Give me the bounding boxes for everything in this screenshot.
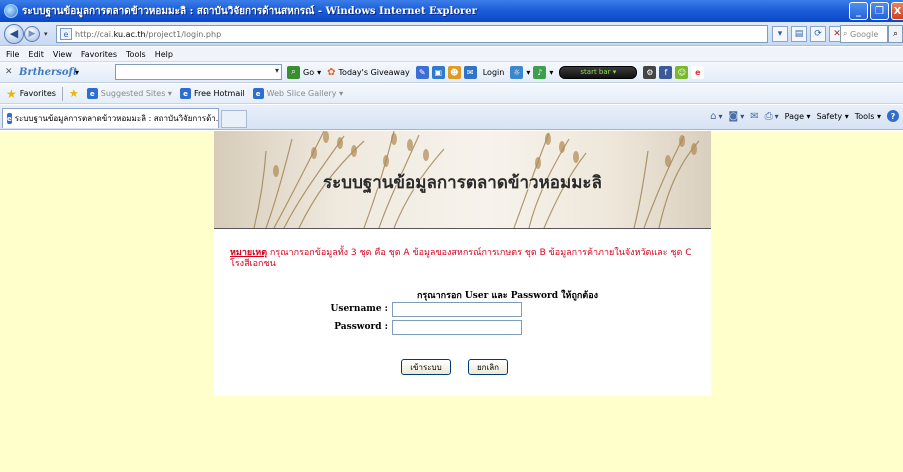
login-submit-button[interactable]: เข้าระบบ — [401, 359, 451, 375]
menu-tools[interactable]: Tools — [126, 50, 146, 59]
rice-banner: ระบบฐานข้อมูลการตลาดข้าวหอมมะลิ — [214, 131, 711, 228]
tool-icon-2[interactable]: ▣ — [431, 65, 445, 79]
forward-icon[interactable]: ▶ — [24, 25, 40, 42]
help-icon[interactable]: ? — [887, 110, 899, 122]
settings-icon[interactable]: ⚙ — [643, 65, 657, 79]
toolbar-close-icon[interactable]: ✕ — [5, 67, 19, 77]
web-slice-gallery-link[interactable]: e Web Slice Gallery ▾ — [252, 88, 343, 99]
cancel-button[interactable]: ยกเลิก — [468, 359, 508, 375]
toolbar-icon-group-3: ⚙ f ☺ e — [643, 65, 705, 79]
search-input[interactable]: ⌕ Google — [840, 25, 888, 43]
compatibility-view-icon[interactable]: ▤ — [791, 26, 807, 42]
go-dropdown-icon[interactable]: ▾ — [317, 68, 321, 77]
search-icon[interactable]: ⌕ — [888, 25, 903, 43]
instruction-note: หมายเหตุ กรุณากรอกข้อมูลทั้ง 3 ชุด คือ ช… — [230, 248, 700, 270]
giveaway-link[interactable]: ✿ Today's Giveaway — [327, 67, 410, 78]
tools-menu[interactable]: Tools ▾ — [855, 112, 881, 121]
weather-icon[interactable]: ☼ — [510, 65, 524, 79]
brothersoft-toolbar: ✕ Brthersoft ▾ ⌕ Go ▾ ✿ Today's Giveaway… — [0, 61, 903, 83]
ie-icon: e — [252, 88, 264, 99]
smiley-icon[interactable]: ☺ — [675, 65, 689, 79]
tab-bar: e ระบบฐานข้อมูลการตลาดข้าวหอมมะลิ : สถาบ… — [0, 105, 903, 130]
tool-icon-3[interactable]: ☻ — [447, 65, 461, 79]
ebay-icon[interactable]: e — [691, 65, 705, 79]
ie-icon: e — [179, 88, 191, 99]
menu-favorites[interactable]: Favorites — [81, 50, 117, 59]
brothersoft-logo[interactable]: Brthersoft — [19, 67, 77, 78]
feeds-icon[interactable]: ◙ ▾ — [729, 111, 745, 122]
password-label: Password : — [334, 322, 388, 332]
tab-ie-icon: e — [7, 113, 12, 124]
address-tools: ▾ ▤ ⟳ ✕ — [772, 26, 845, 42]
mail-icon[interactable]: ✉ — [750, 111, 758, 122]
home-icon[interactable]: ⌂ ▾ — [710, 111, 722, 122]
tab-active[interactable]: e ระบบฐานข้อมูลการตลาดข้าวหอมมะลิ : สถาบ… — [2, 108, 219, 128]
page-icon: e — [60, 28, 72, 40]
new-tab-button[interactable] — [221, 110, 247, 128]
command-bar: ⌂ ▾ ◙ ▾ ✉ ⎙ ▾ Page ▾ Safety ▾ Tools ▾ ? — [710, 110, 899, 122]
username-input[interactable] — [392, 302, 522, 317]
media-icon[interactable]: ♪ — [533, 65, 547, 79]
history-dropdown-icon[interactable]: ▾ — [44, 30, 48, 38]
tool-icon-1[interactable]: ✎ — [415, 65, 429, 79]
menu-help[interactable]: Help — [155, 50, 173, 59]
note-text: กรุณากรอกข้อมูลทั้ง 3 ชุด คือ ชุด A ข้อม… — [230, 248, 692, 269]
navigation-bar: ◀ ▶ ▾ e http://cai.ku.ac.th/project1/log… — [0, 22, 903, 46]
tool-icon-4[interactable]: ✉ — [463, 65, 477, 79]
go-button[interactable]: Go — [303, 68, 314, 77]
ie-icon: e — [86, 88, 98, 99]
address-bar[interactable]: e http://cai.ku.ac.th/project1/login.php — [56, 25, 768, 43]
maximize-button[interactable]: ❐ — [870, 2, 889, 20]
minimize-button[interactable]: _ — [849, 2, 868, 20]
print-icon[interactable]: ⎙ ▾ — [765, 111, 779, 122]
favorites-bar: ★ Favorites ★ e Suggested Sites ▾ e Free H… — [0, 84, 903, 104]
add-to-favorites-icon[interactable]: ★ — [69, 87, 79, 100]
username-row: Username : — [214, 302, 711, 318]
start-bar-toggle[interactable]: start bar ▾ — [559, 65, 638, 79]
address-dropdown-icon[interactable]: ▾ — [772, 26, 788, 42]
password-input[interactable] — [392, 320, 522, 335]
page-content: ระบบฐานข้อมูลการตลาดข้าวหอมมะลิ หมายเหตุ… — [0, 131, 903, 472]
suggested-sites-link[interactable]: e Suggested Sites ▾ — [86, 88, 172, 99]
facebook-icon[interactable]: f — [659, 65, 673, 79]
safety-menu[interactable]: Safety ▾ — [817, 112, 849, 121]
close-button[interactable]: X — [891, 2, 903, 20]
ie-app-icon — [4, 4, 18, 18]
tab-title: ระบบฐานข้อมูลการตลาดข้าวหอมมะลิ : สถาบัน… — [14, 114, 219, 123]
banner-title: ระบบฐานข้อมูลการตลาดข้าวหอมมะลิ — [323, 173, 602, 193]
media-dropdown-icon[interactable]: ▾ — [549, 68, 553, 77]
menu-edit[interactable]: Edit — [28, 50, 44, 59]
page-menu[interactable]: Page ▾ — [785, 112, 811, 121]
address-url[interactable]: http://cai.ku.ac.th/project1/login.php — [75, 30, 221, 39]
brand-dropdown-icon[interactable]: ▾ — [75, 68, 79, 77]
favorites-button[interactable]: Favorites — [20, 89, 56, 98]
note-label: หมายเหตุ — [230, 248, 268, 258]
toolbar-icon-group: ✎ ▣ ☻ ✉ — [415, 65, 477, 79]
menu-bar: File Edit View Favorites Tools Help — [0, 47, 903, 61]
menu-view[interactable]: View — [53, 50, 72, 59]
password-row: Password : — [214, 320, 711, 336]
menu-file[interactable]: File — [6, 50, 19, 59]
refresh-icon[interactable]: ⟳ — [810, 26, 826, 42]
login-prompt: กรุณากรอก User และ Password ให้ถูกต้อง — [416, 291, 599, 301]
banner-divider — [214, 228, 711, 229]
go-icon[interactable]: ⌕ — [287, 65, 301, 79]
window-controls: _ ❐ X — [849, 2, 903, 20]
login-panel: ระบบฐานข้อมูลการตลาดข้าวหอมมะลิ หมายเหตุ… — [214, 131, 711, 396]
window-title-bar: ระบบฐานข้อมูลการตลาดข้าวหอมมะลิ : สถาบัน… — [0, 0, 903, 22]
free-hotmail-link[interactable]: e Free Hotmail — [179, 88, 245, 99]
gift-icon: ✿ — [327, 66, 336, 78]
toolbar-icon-group-2: ☼ ▾ ♪ ▾ — [510, 65, 553, 79]
toolbar-search-input[interactable] — [115, 64, 283, 80]
login-button[interactable]: Login — [483, 68, 505, 77]
username-label: Username : — [330, 304, 388, 314]
window-title: ระบบฐานข้อมูลการตลาดข้าวหอมมะลิ : สถาบัน… — [22, 5, 477, 17]
weather-dropdown-icon[interactable]: ▾ — [526, 68, 530, 77]
favorites-divider — [61, 86, 63, 101]
favorites-star-icon[interactable]: ★ — [6, 87, 17, 101]
back-icon[interactable]: ◀ — [4, 23, 24, 44]
search-engine-icon: ⌕ — [843, 29, 851, 38]
